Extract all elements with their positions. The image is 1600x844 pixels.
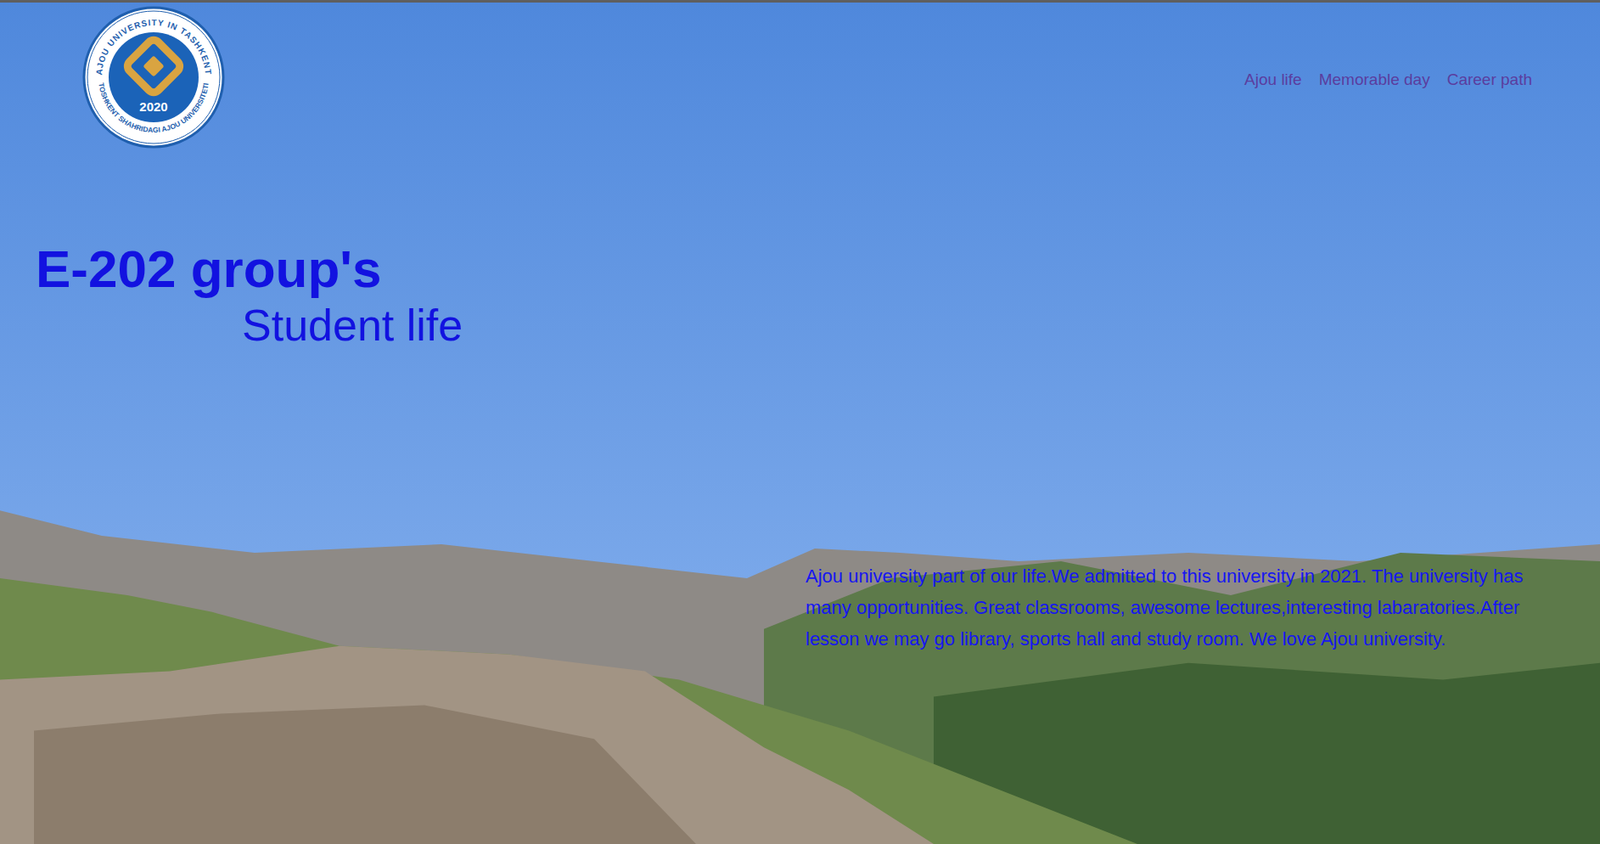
page: AJOU UNIVERSITY IN TASHKENTTOSHKENT SHAH… (0, 0, 1600, 844)
hero-text: Ajou university part of our life.We admi… (805, 560, 1570, 655)
hero-title: E-202 group's (35, 238, 1600, 299)
university-logo-icon[interactable]: AJOU UNIVERSITY IN TASHKENTTOSHKENT SHAH… (81, 5, 226, 150)
hero-text-row: Ajou university part of our life.We admi… (0, 560, 1600, 655)
nav-link[interactable]: Career path (1447, 67, 1533, 93)
hero-subtitle: Student life (241, 298, 1600, 352)
nav-link[interactable]: Ajou life (1244, 67, 1303, 93)
nav: Ajou life Memorable day Career path (1244, 67, 1533, 93)
header: AJOU UNIVERSITY IN TASHKENTTOSHKENT SHAH… (0, 2, 1600, 150)
svg-text:2020: 2020 (139, 99, 168, 114)
background-photo (0, 2, 1600, 844)
nav-link[interactable]: Memorable day (1319, 67, 1431, 93)
hero-heading: E-202 group'sStudent life (0, 238, 1600, 353)
page-content: AJOU UNIVERSITY IN TASHKENTTOSHKENT SHAH… (0, 2, 1600, 844)
